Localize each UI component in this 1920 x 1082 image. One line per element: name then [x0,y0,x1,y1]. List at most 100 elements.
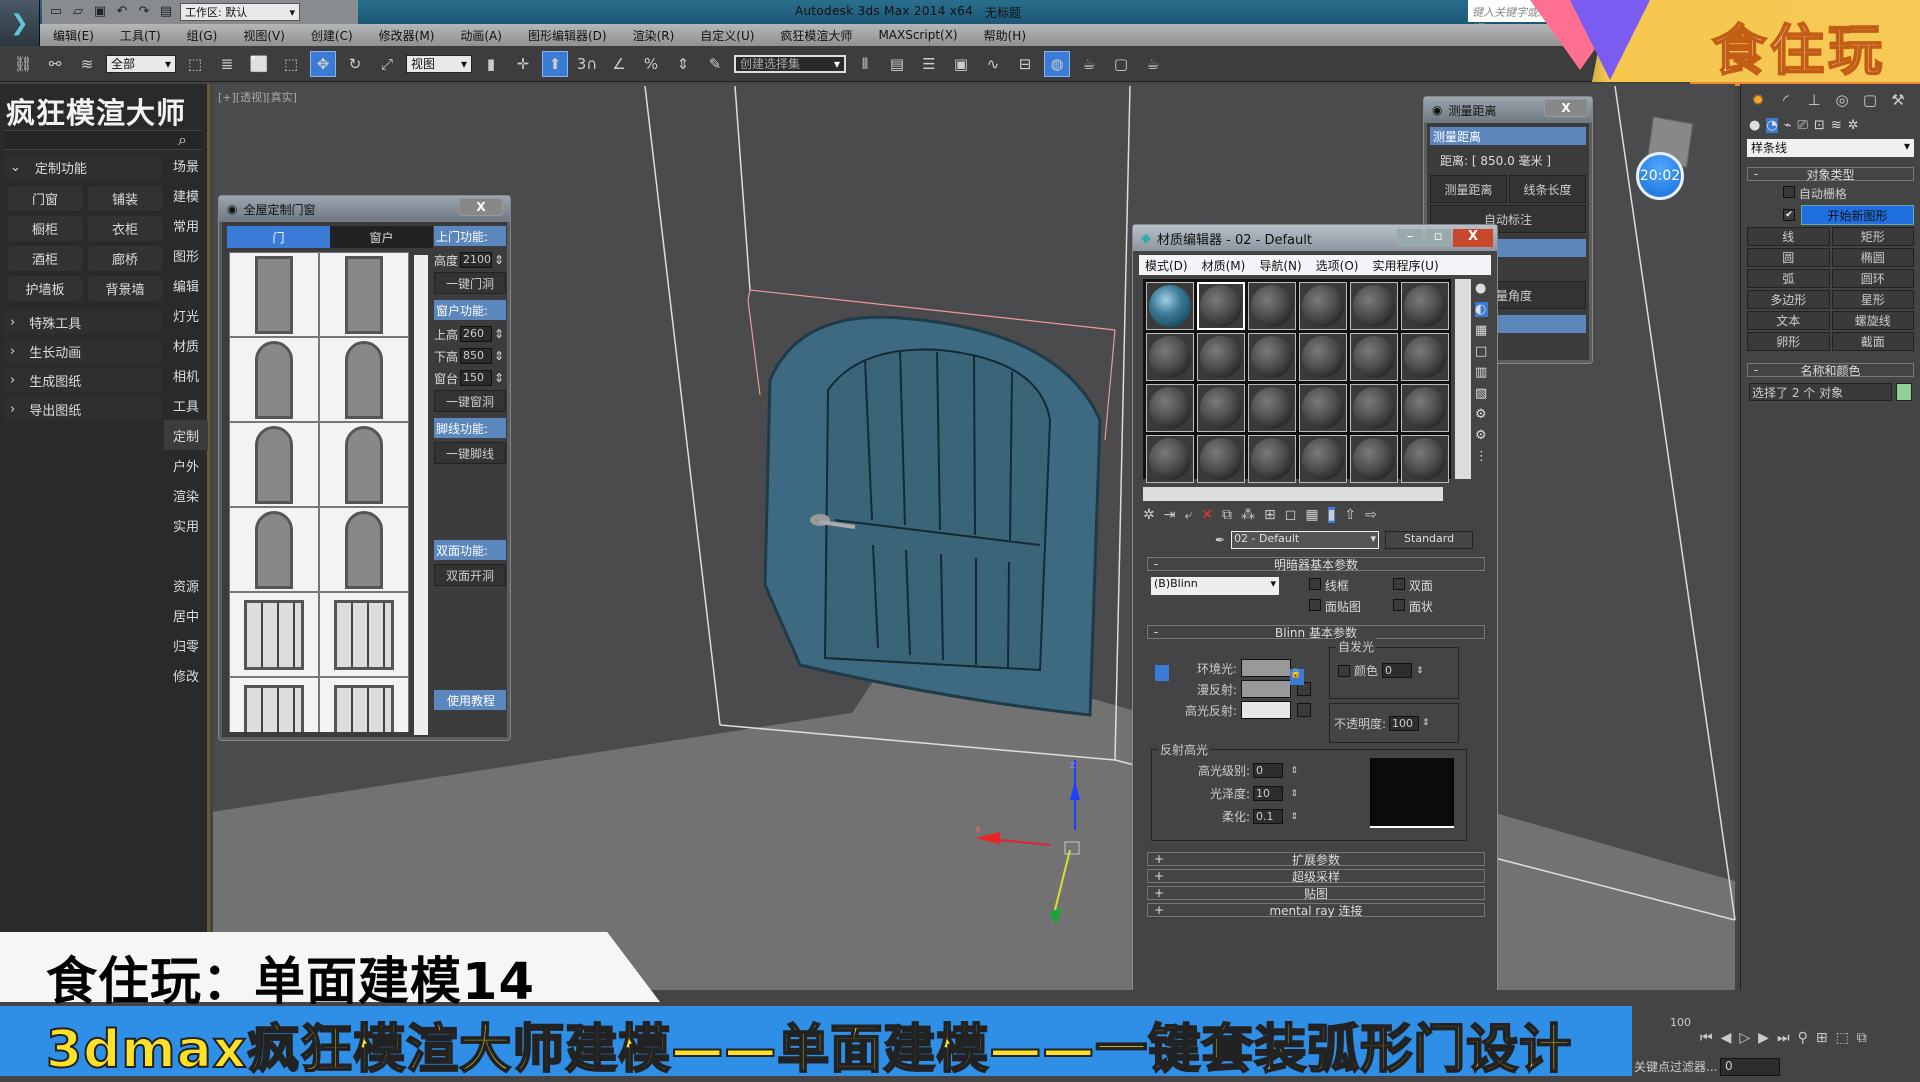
previous-frame-icon[interactable]: ◀ [1721,1030,1732,1046]
shape-button[interactable]: 矩形 [1831,227,1914,246]
name-color-rollout[interactable]: - 名称和颜色 [1747,363,1914,378]
gallery-item[interactable] [319,422,409,507]
tutorial-button[interactable]: 使用教程 [434,690,506,710]
upper-height-input[interactable]: 260 [460,326,493,342]
spinner-icon[interactable]: ⇕ [494,327,504,341]
custom-function-button[interactable]: 背景墙 [88,276,162,301]
plugin-tab[interactable]: 定制 [164,420,208,450]
rollout-header[interactable]: + mental ray 连接 [1147,903,1485,918]
custom-function-button[interactable]: 门窗 [8,186,82,211]
custom-function-button[interactable]: 衣柜 [88,216,162,241]
window-hole-button[interactable]: 一键窗洞 [434,390,506,412]
material-slot[interactable] [1350,282,1398,330]
assign-to-selection-icon[interactable]: ⤶ [1184,507,1192,523]
material-menu-item[interactable]: 选项(O) [1316,257,1359,274]
maximize-button[interactable]: ▫ [1425,229,1451,247]
plugin-search-input[interactable] [4,130,202,150]
custom-function-button[interactable]: 橱柜 [8,216,82,241]
plugin-tab[interactable]: 场景 [164,150,208,180]
material-name-dropdown[interactable]: 02 - Default ▾ [1231,531,1380,549]
modify-tab-icon[interactable]: ◜ [1773,88,1799,112]
hierarchy-tab-icon[interactable]: ⊥ [1801,88,1827,112]
shader-dropdown[interactable]: (B)Blinn ▾ [1151,577,1279,595]
custom-function-button[interactable]: 护墙板 [8,276,82,301]
shape-button[interactable]: 文本 [1747,311,1830,330]
faceted-checkbox[interactable]: 面状 [1393,598,1473,615]
plugin-tab[interactable]: 建模 [164,180,208,210]
tab-door[interactable]: 门 [227,226,330,248]
spinner-icon[interactable]: ⇕ [1422,718,1430,728]
spinner-icon[interactable]: ⇕ [494,371,504,385]
make-preview-icon[interactable]: ▧ [1475,386,1488,401]
line-length-button[interactable]: 线条长度 [1509,175,1586,203]
material-slot[interactable] [1197,435,1245,483]
material-menu-item[interactable]: 实用程序(U) [1372,257,1438,274]
zoom-extents-icon[interactable]: ⬚ [1836,1030,1849,1046]
lock-icon[interactable]: 🔒 [1290,669,1304,685]
go-forward-sibling-icon[interactable]: ⇨ [1365,507,1377,523]
motion-tab-icon[interactable]: ◎ [1829,88,1855,112]
go-to-start-icon[interactable]: ⏮ [1700,1030,1713,1046]
gizmo-y-arrow[interactable] [1050,908,1062,925]
delete-material-icon[interactable]: ✕ [1201,507,1213,523]
search-icon[interactable]: ⌕ [178,130,187,150]
material-navigator-icon[interactable]: ⋮ [1475,449,1488,464]
options-icon[interactable]: ⚙ [1475,407,1488,422]
next-frame-icon[interactable]: ▶ [1758,1030,1769,1046]
diffuse-color-swatch[interactable] [1241,680,1291,698]
go-to-parent-icon[interactable]: ⇧ [1344,507,1356,523]
sill-input[interactable]: 150 [460,370,493,386]
gallery-item[interactable] [319,337,409,422]
rollout-header[interactable]: + 贴图 [1147,886,1485,901]
material-slot[interactable] [1146,435,1194,483]
plugin-tab[interactable]: 资源 [164,570,208,600]
specular-level-input[interactable]: 0 [1253,763,1283,778]
gallery-item[interactable] [229,592,319,677]
material-slot[interactable] [1299,384,1347,432]
material-slot[interactable] [1350,435,1398,483]
gallery-item[interactable] [319,507,409,592]
material-slot[interactable] [1248,282,1296,330]
material-slot[interactable] [1401,384,1449,432]
sample-uv-tiling-icon[interactable]: □ [1475,344,1488,359]
material-slot[interactable] [1146,384,1194,432]
section-custom-functions[interactable]: ⌄ 定制功能 [4,155,162,179]
material-slot[interactable] [1197,333,1245,381]
object-type-rollout[interactable]: - 对象类型 [1747,167,1914,182]
material-menu-item[interactable]: 材质(M) [1202,257,1246,274]
material-slot[interactable] [1197,282,1245,330]
get-material-icon[interactable]: ✲ [1143,507,1155,523]
self-illum-value-input[interactable]: 0 [1382,663,1413,678]
spinner-icon[interactable]: ⇕ [1286,766,1298,776]
plugin-tab[interactable]: 工具 [164,390,208,420]
go-to-end-icon[interactable]: ⏭ [1777,1030,1790,1046]
viewport-label[interactable]: [+][透视][真实] [218,89,297,105]
rollout-header[interactable]: + 扩展参数 [1147,852,1485,867]
slots-h-scrollbar[interactable] [1143,487,1443,501]
slots-scrollbar[interactable] [1455,279,1471,479]
gallery-item[interactable] [229,507,319,592]
material-slot[interactable] [1248,333,1296,381]
shape-button[interactable]: 卵形 [1747,332,1830,351]
material-slot[interactable] [1146,282,1194,330]
background-checker-icon[interactable]: ▦ [1475,323,1488,338]
spacewarps-icon[interactable]: ≋ [1831,118,1842,133]
material-slot[interactable] [1350,384,1398,432]
plugin-tab[interactable]: 常用 [164,210,208,240]
self-illum-color-checkbox[interactable] [1338,664,1350,677]
door-hole-button[interactable]: 一键门洞 [434,272,506,294]
lights-icon[interactable]: ⌁ [1784,118,1792,133]
two-sided-checkbox[interactable]: 双面 [1393,577,1473,594]
play-icon[interactable]: ▷ [1739,1030,1750,1046]
current-frame-input[interactable]: 0 [1720,1058,1780,1076]
spinner-icon[interactable]: ⇕ [1286,789,1298,799]
section-generate-drawings[interactable]: › 生成图纸 [4,368,162,392]
gallery-item[interactable] [229,422,319,507]
close-button[interactable]: X [1544,99,1588,117]
shape-button[interactable]: 圆 [1747,248,1830,267]
zoom-extents-all-icon[interactable]: ⧉ [1857,1030,1867,1046]
material-slot[interactable] [1299,435,1347,483]
eyedropper-icon[interactable]: ✒ [1215,533,1225,547]
spinner-icon[interactable]: ⇕ [494,253,504,267]
helpers-icon[interactable]: ⊡ [1814,118,1825,133]
